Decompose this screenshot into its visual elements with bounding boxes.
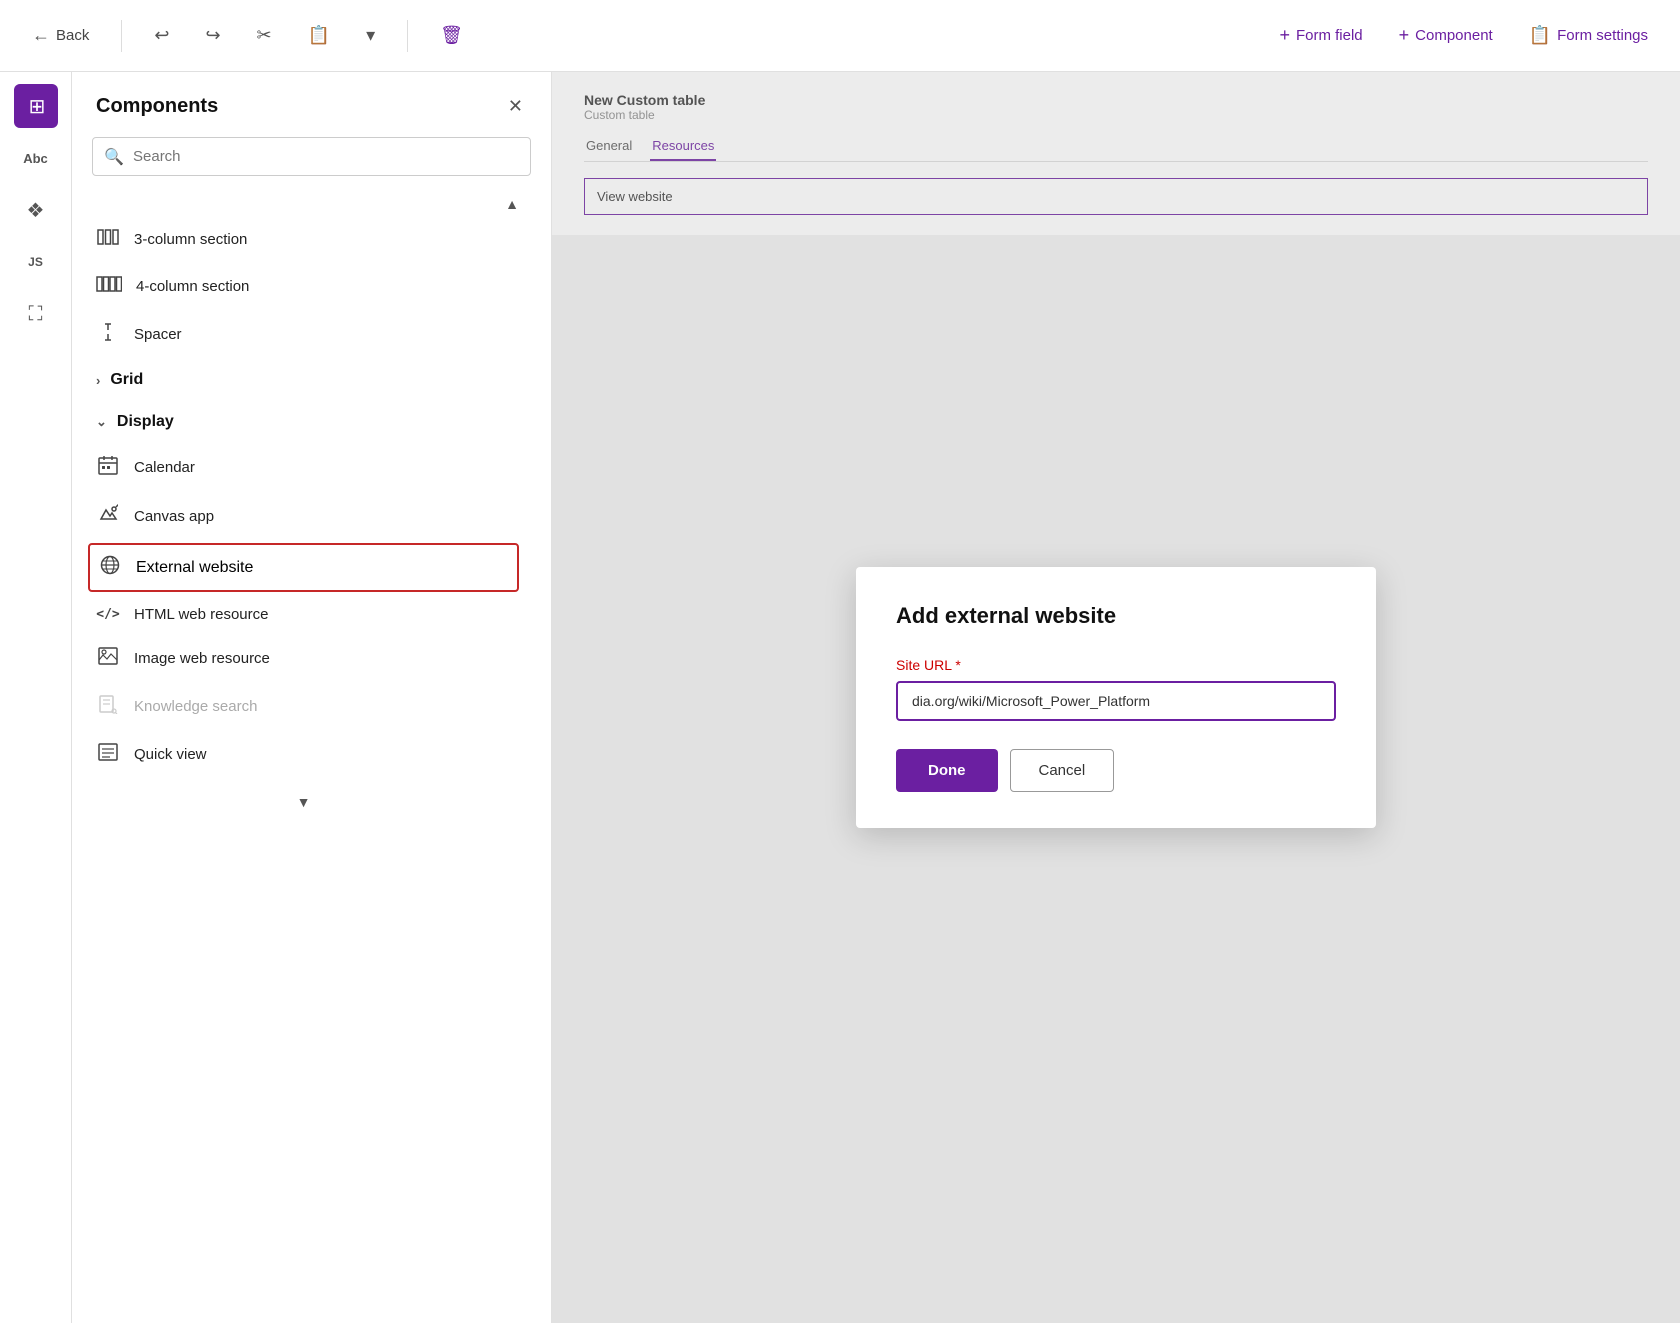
nav-layers-icon[interactable]: ❖ — [14, 188, 58, 232]
html-resource-icon: </> — [96, 607, 120, 622]
section-display-header[interactable]: ⌄ Display — [72, 401, 535, 443]
search-box: 🔍 — [92, 137, 531, 176]
display-section-label: Display — [117, 413, 174, 431]
add-form-field-button[interactable]: + Form field — [1271, 21, 1370, 50]
toolbar: ← Back ↩ ↪ ✂ 📋 ▾ 🗑 + Form field + Compon… — [0, 0, 1680, 72]
site-url-label: Site URL * — [896, 657, 1336, 673]
content-area: New Custom table Custom table General Re… — [552, 72, 1680, 1323]
dialog-overlay: Add external website Site URL * Done Can… — [552, 72, 1680, 1323]
panel-close-button[interactable]: ✕ — [504, 92, 527, 121]
undo-icon: ↩ — [154, 25, 169, 46]
list-item-calendar[interactable]: Calendar — [72, 443, 535, 492]
quick-view-icon — [96, 743, 120, 766]
search-icon: 🔍 — [104, 147, 124, 167]
component-list: ▲ 3-column section 4-column section — [72, 192, 551, 1323]
site-url-input[interactable] — [896, 681, 1336, 721]
external-website-icon — [98, 555, 122, 580]
quick-view-label: Quick view — [134, 746, 207, 763]
knowledge-search-icon — [96, 694, 120, 719]
section-grid-header[interactable]: › Grid — [72, 359, 535, 401]
4col-icon — [96, 275, 122, 298]
calendar-icon — [96, 455, 120, 480]
nav-js-icon[interactable]: JS — [14, 240, 58, 284]
display-chevron-icon: ⌄ — [96, 414, 107, 430]
panel-header: Components ✕ — [72, 72, 551, 137]
add-component-button[interactable]: + Component — [1391, 21, 1501, 50]
scroll-up-arrow[interactable]: ▲ — [505, 196, 519, 212]
spacer-icon — [96, 322, 120, 347]
canvas-app-label: Canvas app — [134, 508, 214, 525]
back-icon: ← — [32, 25, 50, 46]
list-item-external-website[interactable]: External website — [88, 543, 519, 592]
scroll-down-arrow[interactable]: ▼ — [297, 794, 311, 810]
delete-icon: 🗑 — [440, 25, 463, 46]
calendar-label: Calendar — [134, 459, 195, 476]
paste-icon: 📋 — [308, 25, 330, 46]
dropdown-icon: ▾ — [366, 25, 375, 46]
redo-icon: ↪ — [205, 25, 220, 46]
3col-label: 3-column section — [134, 231, 247, 248]
done-button[interactable]: Done — [896, 749, 998, 792]
form-settings-button[interactable]: 📋 Form settings — [1521, 21, 1656, 50]
site-url-required: * — [955, 657, 960, 673]
knowledge-search-label: Knowledge search — [134, 698, 257, 715]
external-website-label: External website — [136, 559, 253, 577]
list-item-spacer[interactable]: Spacer — [72, 310, 535, 359]
list-item-quick-view[interactable]: Quick view — [72, 731, 535, 778]
add-component-label: Component — [1415, 27, 1493, 44]
back-button[interactable]: ← Back — [24, 21, 97, 50]
toolbar-separator-2 — [407, 20, 408, 52]
list-item-knowledge-search: Knowledge search — [72, 682, 535, 731]
dropdown-button[interactable]: ▾ — [358, 21, 383, 50]
grid-section-label: Grid — [110, 371, 143, 389]
search-input[interactable] — [92, 137, 531, 176]
paste-button[interactable]: 📋 — [300, 21, 338, 50]
back-label: Back — [56, 27, 89, 44]
spacer-label: Spacer — [134, 326, 182, 343]
grid-chevron-icon: › — [96, 373, 100, 388]
html-resource-label: HTML web resource — [134, 606, 269, 623]
nav-grid-icon[interactable]: ⊞ — [14, 84, 58, 128]
cut-icon: ✂ — [257, 25, 272, 46]
list-item-image-resource[interactable]: Image web resource — [72, 635, 535, 682]
add-form-field-label: Form field — [1296, 27, 1363, 44]
image-resource-label: Image web resource — [134, 650, 270, 667]
add-component-icon: + — [1399, 25, 1410, 46]
list-item-4col[interactable]: 4-column section — [72, 263, 535, 310]
form-settings-label: Form settings — [1557, 27, 1648, 44]
dialog-actions: Done Cancel — [896, 749, 1336, 792]
components-panel: Components ✕ 🔍 ▲ 3-column section — [72, 72, 552, 1323]
list-item-canvas-app[interactable]: Canvas app — [72, 492, 535, 541]
4col-label: 4-column section — [136, 278, 249, 295]
undo-button[interactable]: ↩ — [146, 21, 177, 50]
nav-connect-icon[interactable]: ⛶ — [14, 292, 58, 336]
form-settings-icon: 📋 — [1529, 25, 1551, 46]
cut-button[interactable]: ✂ — [249, 21, 280, 50]
cancel-button[interactable]: Cancel — [1010, 749, 1115, 792]
redo-button[interactable]: ↪ — [197, 21, 228, 50]
3col-icon — [96, 228, 120, 251]
list-item-html-resource[interactable]: </> HTML web resource — [72, 594, 535, 635]
main-layout: ⊞ Abc ❖ JS ⛶ Components ✕ 🔍 ▲ — [0, 72, 1680, 1323]
list-item-3col[interactable]: 3-column section — [72, 216, 535, 263]
nav-text-icon[interactable]: Abc — [14, 136, 58, 180]
canvas-app-icon — [96, 504, 120, 529]
delete-button[interactable]: 🗑 — [432, 21, 471, 50]
nav-sidebar: ⊞ Abc ❖ JS ⛶ — [0, 72, 72, 1323]
toolbar-separator-1 — [121, 20, 122, 52]
add-form-field-icon: + — [1279, 25, 1290, 46]
dialog-title: Add external website — [896, 603, 1336, 629]
add-external-website-dialog: Add external website Site URL * Done Can… — [856, 567, 1376, 828]
panel-title: Components — [96, 95, 218, 118]
image-resource-icon — [96, 647, 120, 670]
